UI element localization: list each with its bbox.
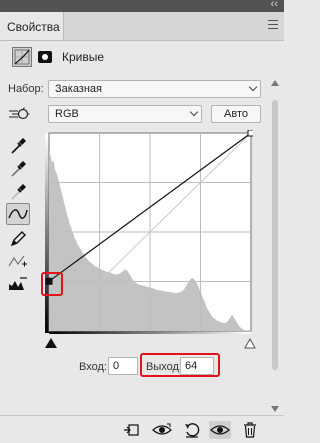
curve-point[interactable]	[247, 129, 255, 137]
preset-row: Набор: Заказная	[0, 79, 270, 99]
output-gradient-bar	[45, 133, 49, 333]
channel-row: RGB Авто	[0, 104, 270, 124]
adjustment-title-row: Кривые	[0, 41, 284, 75]
input-output-row: Вход: 0 Выход: 64	[0, 356, 270, 378]
clipping-warning-icon[interactable]	[6, 273, 30, 295]
curve-points-icon[interactable]	[6, 203, 30, 225]
selected-point-highlight	[41, 272, 63, 296]
panel-header: Свойства	[0, 12, 284, 41]
chevron-down-icon	[248, 82, 258, 92]
tab-properties[interactable]: Свойства	[0, 12, 64, 40]
output-highlight	[140, 353, 220, 377]
input-field[interactable]: 0	[108, 357, 138, 375]
view-previous-state-icon[interactable]	[151, 421, 173, 439]
scroll-up-icon[interactable]	[271, 80, 279, 86]
auto-button[interactable]: Авто	[211, 105, 261, 123]
scrollbar-thumb[interactable]	[272, 100, 278, 370]
chevron-down-icon	[189, 107, 199, 117]
curves-adjustment-icon[interactable]	[12, 47, 32, 67]
reset-icon[interactable]	[183, 421, 201, 439]
panel-scrollbar[interactable]	[270, 80, 280, 420]
target-adjust-icon[interactable]	[8, 105, 30, 123]
smooth-curve-icon[interactable]	[6, 250, 30, 272]
white-point-eyedropper-icon[interactable]	[6, 180, 30, 202]
delete-icon[interactable]	[241, 421, 259, 439]
gray-point-eyedropper-icon[interactable]	[6, 157, 30, 179]
white-input-slider-icon[interactable]	[244, 337, 256, 349]
preset-label: Набор:	[8, 83, 44, 95]
preset-select[interactable]: Заказная	[48, 80, 261, 98]
input-label: Вход:	[79, 361, 107, 373]
curves-graph[interactable]	[45, 129, 255, 334]
preset-value: Заказная	[55, 83, 103, 95]
clip-to-layer-icon[interactable]	[122, 421, 140, 439]
collapse-panels-icon[interactable]: ‹‹	[271, 0, 278, 10]
black-point-eyedropper-icon[interactable]	[6, 134, 30, 156]
panel-title: Кривые	[62, 50, 105, 64]
curves-chart[interactable]	[45, 129, 255, 334]
toggle-visibility-icon[interactable]	[209, 421, 231, 439]
channel-select[interactable]: RGB	[48, 105, 202, 123]
channel-value: RGB	[55, 108, 79, 120]
layer-mask-icon[interactable]	[38, 51, 52, 63]
panel-top-strip: ‹‹	[0, 0, 284, 12]
scroll-down-icon[interactable]	[271, 406, 279, 412]
panel-menu-icon[interactable]	[268, 20, 278, 29]
pencil-draw-icon[interactable]	[6, 227, 30, 249]
bottom-toolbar	[0, 415, 284, 443]
black-input-slider-icon[interactable]	[45, 338, 57, 348]
